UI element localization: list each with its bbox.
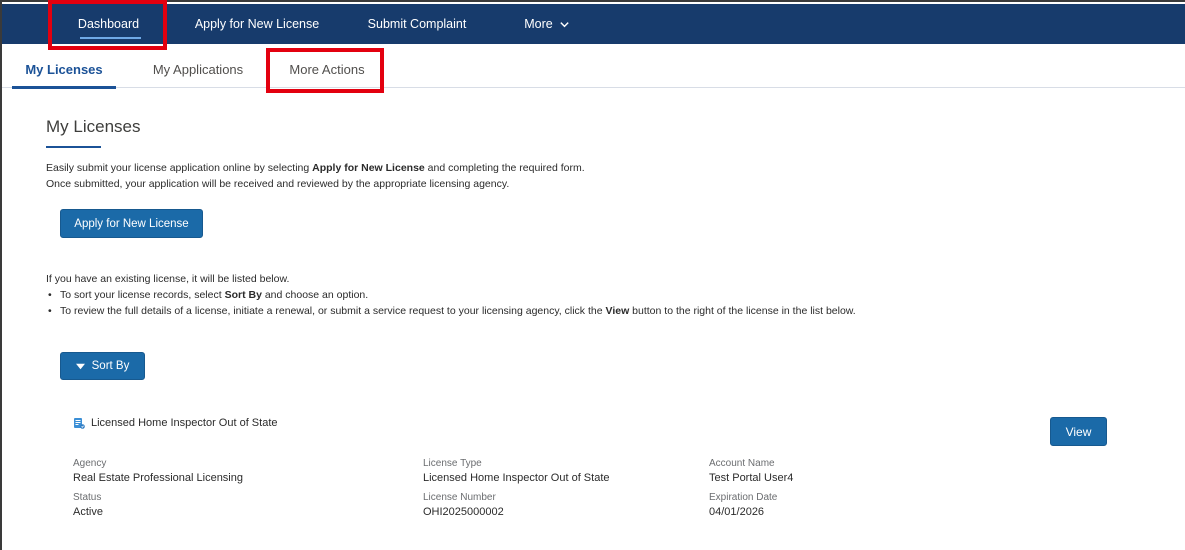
sort-by-label: Sort By <box>91 360 130 372</box>
tab-my-licenses-label: My Licenses <box>25 61 103 77</box>
nav-active-underline <box>80 37 141 39</box>
bullet2-post: button to the right of the license in th… <box>629 305 856 317</box>
apply-for-new-license-button[interactable]: Apply for New License <box>60 209 203 238</box>
intro-line-1-pre: Easily submit your license application o… <box>46 162 313 174</box>
existing-license-instructions: If you have an existing license, it will… <box>46 271 856 319</box>
nav-more-label: More <box>524 17 553 31</box>
existing-line: If you have an existing license, it will… <box>46 273 290 285</box>
bullet1-bold: Sort By <box>224 289 262 301</box>
nav-apply-for-new-license[interactable]: Apply for New License <box>182 4 332 44</box>
tab-my-licenses[interactable]: My Licenses <box>12 50 116 89</box>
top-navigation: Dashboard Apply for New License Submit C… <box>2 4 1185 44</box>
nav-more-menu[interactable]: More <box>507 4 587 44</box>
status-label: Status <box>73 492 102 503</box>
nav-dashboard-label: Dashboard <box>77 17 140 31</box>
intro-line-1: Easily submit your license application o… <box>46 160 585 176</box>
caret-down-icon <box>75 363 85 369</box>
license-type-label: License Type <box>423 458 482 469</box>
license-record-icon <box>74 418 85 429</box>
intro-text: Easily submit your license application o… <box>46 160 585 192</box>
list-item: To sort your license records, select Sor… <box>46 287 856 303</box>
agency-value: Real Estate Professional Licensing <box>73 472 243 484</box>
list-item: To review the full details of a license,… <box>46 303 856 319</box>
nav-submit-complaint[interactable]: Submit Complaint <box>357 4 477 44</box>
field-expiration-date: Expiration Date 04/01/2026 <box>709 491 777 519</box>
field-agency: Agency Real Estate Professional Licensin… <box>73 457 243 485</box>
view-button-label: View <box>1065 424 1092 439</box>
field-account-name: Account Name Test Portal User4 <box>709 457 793 485</box>
intro-line-1-bold: Apply for New License <box>312 162 425 174</box>
status-value: Active <box>73 506 103 518</box>
license-number-label: License Number <box>423 492 496 503</box>
tab-my-applications-label: My Applications <box>152 61 244 77</box>
license-record-header: Licensed Home Inspector Out of State <box>73 417 278 429</box>
sub-tab-bar: My Licenses My Applications More Actions <box>2 50 1185 89</box>
intro-line-1-post: and completing the required form. <box>424 162 585 174</box>
bullet2-pre: To review the full details of a license,… <box>60 305 606 317</box>
tab-my-applications[interactable]: My Applications <box>138 50 258 88</box>
bullet1-pre: To sort your license records, select <box>60 289 225 301</box>
view-license-button[interactable]: View <box>1050 417 1107 446</box>
tab-more-actions[interactable]: More Actions <box>272 50 382 88</box>
apply-button-label: Apply for New License <box>74 217 189 230</box>
license-number-value: OHI2025000002 <box>423 506 504 518</box>
field-status: Status Active <box>73 491 103 519</box>
license-record-title: Licensed Home Inspector Out of State <box>91 417 278 429</box>
license-type-value: Licensed Home Inspector Out of State <box>423 472 610 484</box>
bullet2-bold: View <box>605 305 630 317</box>
field-license-number: License Number OHI2025000002 <box>423 491 504 519</box>
expiration-date-value: 04/01/2026 <box>709 506 765 518</box>
nav-apply-label: Apply for New License <box>194 17 320 31</box>
title-underline <box>46 146 101 148</box>
intro-line-2: Once submitted, your application will be… <box>46 178 510 190</box>
bullet1-post: and choose an option. <box>261 289 369 301</box>
nav-complaint-label: Submit Complaint <box>367 17 467 31</box>
field-license-type: License Type Licensed Home Inspector Out… <box>423 457 610 485</box>
agency-label: Agency <box>73 458 107 469</box>
sort-by-button[interactable]: Sort By <box>60 352 145 380</box>
chevron-down-icon <box>560 21 569 27</box>
tab-more-actions-label: More Actions <box>289 61 365 77</box>
nav-dashboard[interactable]: Dashboard <box>52 4 165 44</box>
account-name-label: Account Name <box>709 458 775 469</box>
tab-active-indicator <box>12 86 116 89</box>
page-title: My Licenses <box>46 117 141 136</box>
instruction-list: To sort your license records, select Sor… <box>46 287 856 319</box>
account-name-value: Test Portal User4 <box>709 472 794 484</box>
expiration-date-label: Expiration Date <box>709 492 778 503</box>
